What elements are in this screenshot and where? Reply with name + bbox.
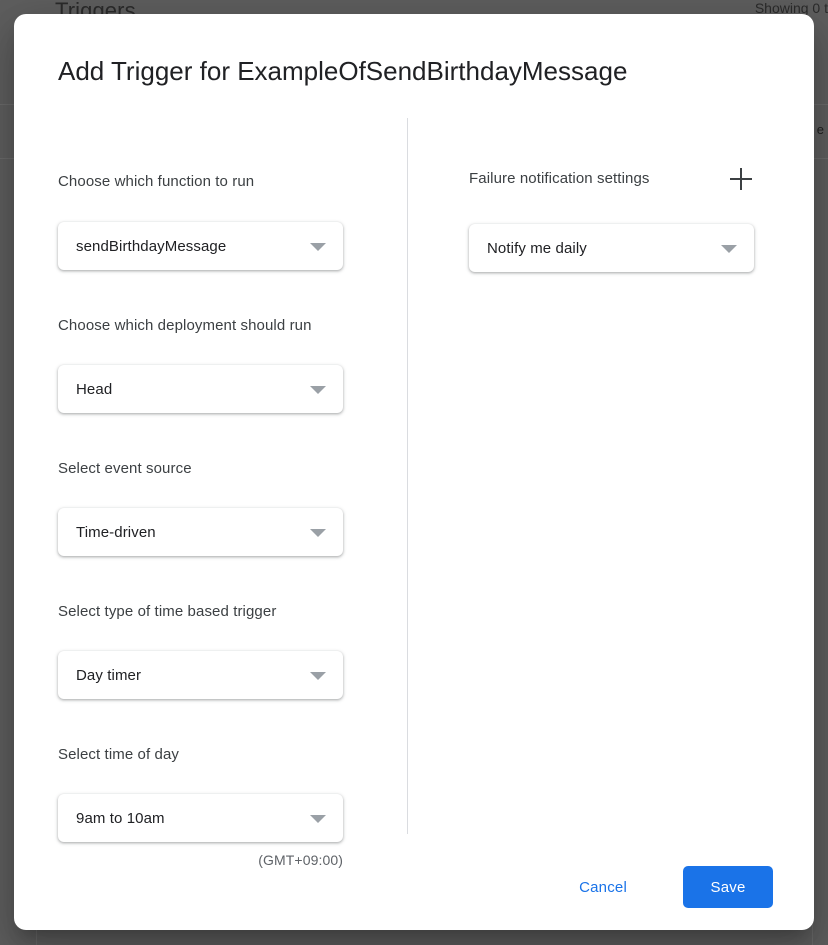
save-button[interactable]: Save [683,866,773,908]
field-group-event-source: Select event source Time-driven [58,459,388,556]
select-event-source[interactable]: Time-driven [58,508,343,556]
select-value-function-to-run: sendBirthdayMessage [76,237,227,255]
column-divider [407,118,408,834]
chevron-down-icon [716,235,742,261]
chevron-down-icon [305,519,331,545]
field-group-function-to-run: Choose which function to run sendBirthda… [58,172,388,270]
field-group-failure-notification: Failure notification settings Notify me … [469,168,789,272]
field-group-trigger-type: Select type of time based trigger Day ti… [58,602,388,699]
field-group-deployment: Choose which deployment should run Head [58,316,388,413]
select-deployment[interactable]: Head [58,365,343,413]
select-value-trigger-type: Day timer [76,666,142,684]
plus-icon[interactable] [730,168,752,190]
select-value-time-of-day: 9am to 10am [76,809,165,827]
dialog-footer: Cancel Save [14,844,814,930]
select-trigger-type[interactable]: Day timer [58,651,343,699]
dialog-body: Choose which function to run sendBirthda… [14,118,814,868]
select-function-to-run[interactable]: sendBirthdayMessage [58,222,343,270]
label-failure-notification: Failure notification settings [469,170,650,187]
chevron-down-icon [305,805,331,831]
label-time-of-day: Select time of day [58,746,180,763]
left-column: Choose which function to run sendBirthda… [58,118,388,868]
dialog-title: Add Trigger for ExampleOfSendBirthdayMes… [58,56,628,86]
cancel-button[interactable]: Cancel [567,869,639,906]
chevron-down-icon [305,662,331,688]
label-deployment: Choose which deployment should run [58,317,312,334]
background-edge-glyph: e [816,122,824,137]
select-value-failure-notification: Notify me daily [487,239,587,257]
chevron-down-icon [305,376,331,402]
label-event-source: Select event source [58,460,192,477]
select-value-deployment: Head [76,380,113,398]
add-trigger-dialog: Add Trigger for ExampleOfSendBirthdayMes… [14,14,814,930]
label-function-to-run: Choose which function to run [58,173,255,190]
select-failure-notification[interactable]: Notify me daily [469,224,754,272]
select-time-of-day[interactable]: 9am to 10am [58,794,343,842]
label-trigger-type: Select type of time based trigger [58,603,277,620]
select-value-event-source: Time-driven [76,523,156,541]
chevron-down-icon [305,233,331,259]
failure-notification-header: Failure notification settings [469,168,754,190]
right-column: Failure notification settings Notify me … [469,118,789,272]
